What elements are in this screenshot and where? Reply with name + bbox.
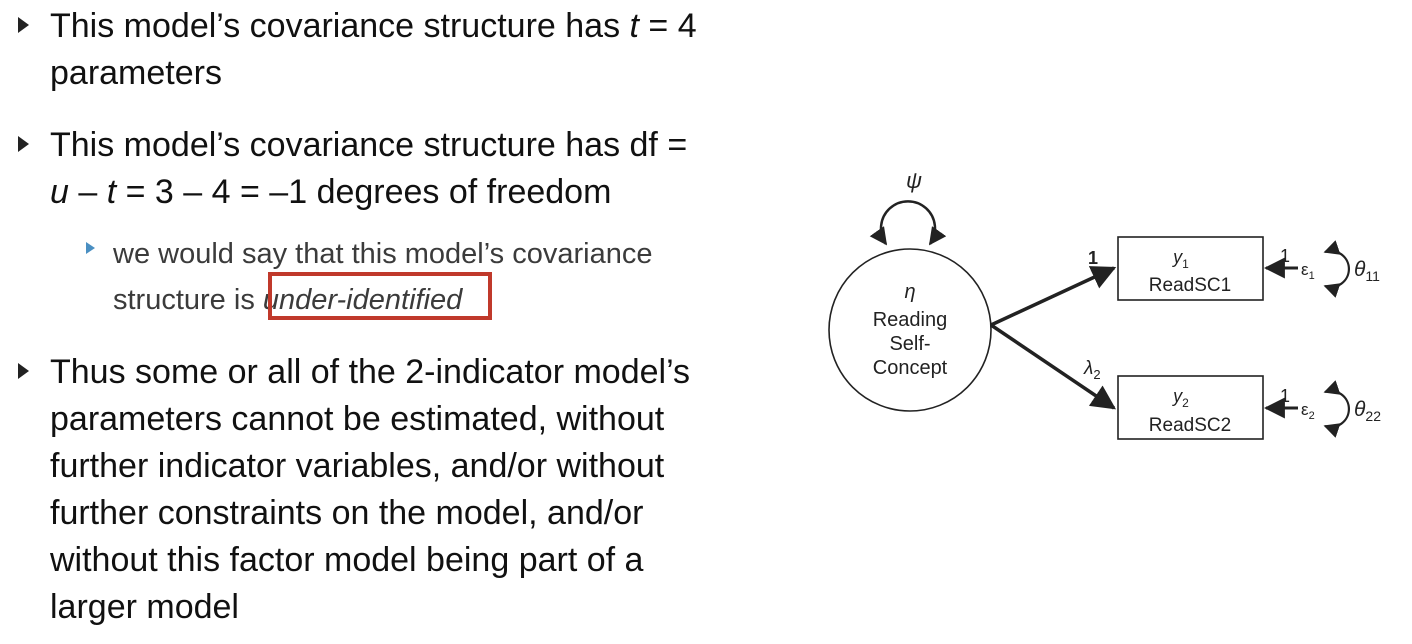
loading-2-label: λ2: [1083, 358, 1101, 382]
path-diagram: ψ η Reading Self- Concept 1 λ2 y1 ReadSC…: [828, 168, 1381, 440]
theta-2-variance-loop: [1323, 380, 1351, 438]
psi-variance-loop: [869, 200, 947, 246]
box-2-name: ReadSC2: [1149, 415, 1231, 436]
latent-label-line-2: Self-: [889, 333, 930, 355]
psi-label: ψ: [906, 168, 922, 193]
theta-2-label: θ22: [1354, 398, 1381, 424]
latent-label-line-1: Reading: [873, 309, 948, 331]
eta-label: η: [904, 281, 915, 303]
loading-path-1: [990, 266, 1117, 327]
epsilon-2-label: ε2: [1301, 400, 1315, 422]
loading-1-label: 1: [1088, 248, 1098, 268]
latent-label-line-3: Concept: [873, 357, 948, 379]
epsilon-1-label: ε1: [1301, 260, 1315, 282]
error-path-2-label: 1: [1280, 386, 1290, 406]
box-1-name: ReadSC1: [1149, 275, 1231, 296]
error-path-1-label: 1: [1280, 246, 1290, 266]
theta-1-variance-loop: [1323, 240, 1351, 298]
theta-1-label: θ11: [1354, 258, 1380, 284]
